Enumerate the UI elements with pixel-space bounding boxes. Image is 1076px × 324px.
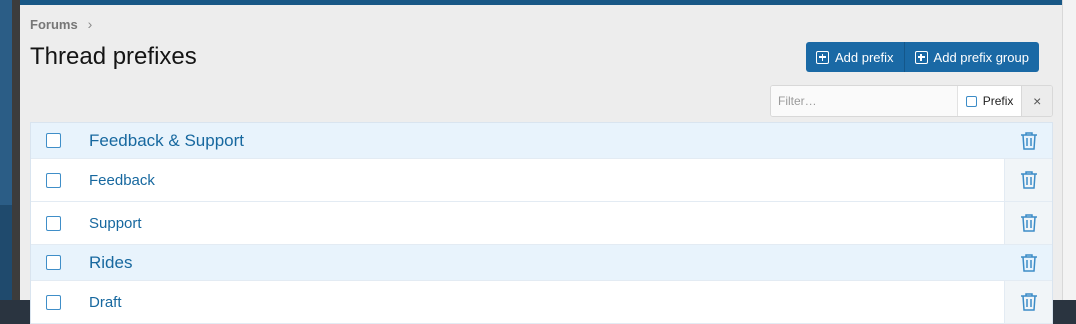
right-scroll-gutter[interactable] <box>1062 0 1076 300</box>
row-checkbox[interactable] <box>46 172 61 188</box>
trash-icon[interactable] <box>1020 213 1038 233</box>
delete-cell <box>1004 202 1052 244</box>
left-edge-background <box>0 0 12 300</box>
list-item: Feedback & Support <box>31 123 1052 159</box>
list-item: Rides <box>31 245 1052 281</box>
delete-cell <box>1005 245 1052 280</box>
prefix-group-link[interactable]: Feedback & Support <box>89 131 244 151</box>
row-checkbox[interactable] <box>46 215 61 231</box>
breadcrumb: Forums › <box>30 16 92 32</box>
prefix-list: Feedback & Support Feedback Support Ride… <box>30 122 1053 324</box>
row-checkbox[interactable] <box>46 294 61 310</box>
prefix-link[interactable]: Draft <box>89 294 122 311</box>
prefix-link[interactable]: Feedback <box>89 172 155 189</box>
add-prefix-group-button[interactable]: Add prefix group <box>903 42 1039 72</box>
list-item: Feedback <box>31 159 1052 202</box>
plus-square-icon <box>914 50 928 64</box>
prefix-match-toggle[interactable]: Prefix <box>956 86 1022 116</box>
row-checkbox[interactable] <box>46 133 61 148</box>
add-prefix-button[interactable]: Add prefix <box>806 42 904 72</box>
prefix-checkbox[interactable] <box>965 95 977 107</box>
plus-square-icon <box>816 50 829 64</box>
delete-cell <box>1004 159 1052 201</box>
action-buttons: Add prefix Add prefix group <box>806 42 1039 72</box>
filter-bar: Prefix × <box>770 85 1053 117</box>
delete-cell <box>1005 123 1052 158</box>
chevron-right-icon: › <box>87 16 93 32</box>
app-window: Forums › Thread prefixes Add prefix Add … <box>0 0 1076 324</box>
add-prefix-group-label: Add prefix group <box>933 49 1029 65</box>
trash-icon[interactable] <box>1020 170 1038 190</box>
left-edge-border <box>12 0 20 300</box>
filter-input[interactable] <box>771 86 957 116</box>
row-checkbox[interactable] <box>46 255 61 270</box>
breadcrumb-link-forums[interactable]: Forums <box>30 17 78 32</box>
page-title: Thread prefixes <box>30 43 197 70</box>
trash-icon[interactable] <box>1020 253 1038 273</box>
prefix-link[interactable]: Support <box>89 215 142 232</box>
main-panel: Forums › Thread prefixes Add prefix Add … <box>20 5 1062 324</box>
trash-icon[interactable] <box>1020 131 1038 151</box>
prefix-group-link[interactable]: Rides <box>89 253 132 273</box>
prefix-toggle-label: Prefix <box>982 94 1014 108</box>
list-item: Support <box>31 202 1052 245</box>
clear-filter-icon[interactable]: × <box>1021 86 1052 116</box>
trash-icon[interactable] <box>1020 292 1038 312</box>
add-prefix-label: Add prefix <box>835 49 894 65</box>
list-item: Draft <box>31 281 1052 324</box>
delete-cell <box>1004 281 1052 323</box>
